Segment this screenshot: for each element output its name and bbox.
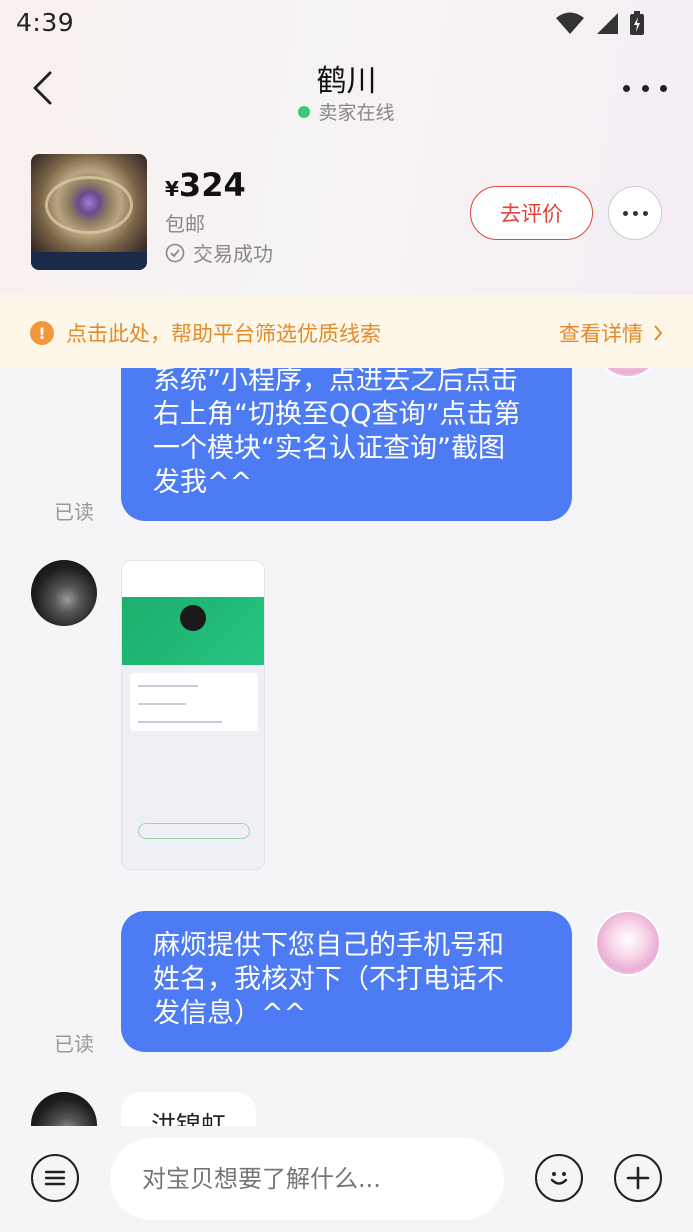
plus-icon xyxy=(626,1166,650,1190)
menu-lines-icon xyxy=(44,1170,66,1186)
message-bubble[interactable]: 洪锦虹 xyxy=(121,1092,257,1126)
battery-icon xyxy=(630,11,644,35)
product-price: ¥324 xyxy=(165,166,246,204)
chat-area[interactable]: 系统”小程序，点进去之后点击 右上角“切换至QQ查询”点击第 一个模块“实名认证… xyxy=(0,368,693,1126)
message-input[interactable] xyxy=(110,1138,504,1220)
nav-bar: 鹤川 卖家在线 xyxy=(0,48,693,140)
notice-text: 点击此处，帮助平台筛选优质线索 xyxy=(66,322,381,346)
product-thumbnail[interactable] xyxy=(31,154,147,270)
my-avatar[interactable] xyxy=(595,368,661,378)
seller-status: 卖家在线 xyxy=(0,98,693,125)
online-dot-icon xyxy=(298,106,311,118)
wifi-icon xyxy=(556,12,584,34)
product-card[interactable]: ¥324 包邮 交易成功 去评价 xyxy=(0,150,693,280)
smile-icon xyxy=(550,1172,568,1185)
read-receipt: 已读 xyxy=(54,1032,94,1056)
chevron-right-icon xyxy=(654,325,663,341)
status-icons xyxy=(555,10,645,36)
menu-button[interactable] xyxy=(31,1154,79,1202)
page-title: 鹤川 xyxy=(316,64,377,99)
seller-avatar[interactable] xyxy=(31,560,97,626)
message-bubble[interactable]: 麻烦提供下您自己的手机号和 姓名，我核对下（不打电话不 发信息）^^ xyxy=(121,911,572,1052)
status-bar: 4:39 xyxy=(0,0,693,48)
read-receipt: 已读 xyxy=(54,500,94,524)
input-bar xyxy=(0,1126,693,1232)
rate-button[interactable]: 去评价 xyxy=(470,186,593,240)
my-avatar[interactable] xyxy=(595,910,661,976)
message-bubble[interactable]: 系统”小程序，点进去之后点击 右上角“切换至QQ查询”点击第 一个模块“实名认证… xyxy=(121,368,572,521)
view-details-link[interactable]: 查看详情 xyxy=(559,318,663,348)
plus-button[interactable] xyxy=(614,1154,662,1202)
seller-status-text: 卖家在线 xyxy=(318,102,395,124)
deal-status-text: 交易成功 xyxy=(193,242,273,266)
emoji-button[interactable] xyxy=(535,1154,583,1202)
seller-avatar[interactable] xyxy=(31,1092,97,1126)
more-options-button[interactable] xyxy=(623,76,667,100)
check-circle-icon xyxy=(165,243,185,262)
deal-status: 交易成功 xyxy=(165,238,273,267)
signal-icon xyxy=(597,13,618,34)
product-more-button[interactable] xyxy=(608,186,662,240)
shipping-label: 包邮 xyxy=(165,212,205,236)
status-time: 4:39 xyxy=(16,8,75,37)
alert-icon: ! xyxy=(30,321,54,345)
image-message[interactable] xyxy=(121,560,265,870)
notice-bar[interactable]: ! 点击此处，帮助平台筛选优质线索 查看详情 xyxy=(0,295,693,368)
